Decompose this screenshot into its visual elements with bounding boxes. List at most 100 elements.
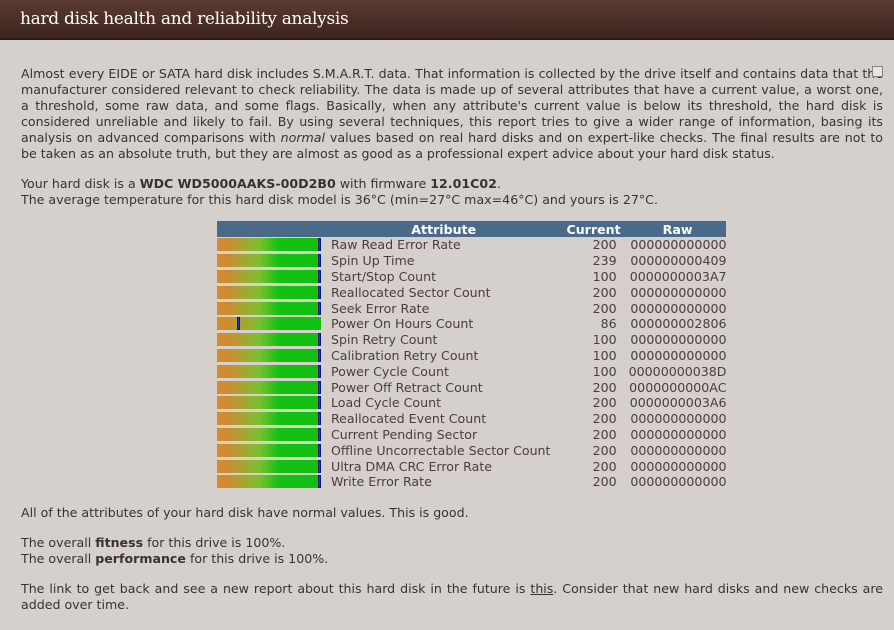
report-link[interactable]: this [530,581,553,596]
header-current: Current [558,221,629,237]
attribute-name: Raw Read Error Rate [331,237,461,253]
header-bar-spacer [217,221,329,237]
health-bar [217,380,321,394]
health-bar [217,317,321,331]
link-paragraph: The link to get back and see a new repor… [21,581,883,613]
health-bar [217,238,321,252]
attribute-name: Ultra DMA CRC Error Rate [331,458,493,474]
health-bar [217,348,321,362]
attribute-name: Power Cycle Count [331,363,449,379]
page-title: hard disk health and reliability analysi… [20,9,349,29]
health-bar-cell [217,363,329,379]
table-row: Start/Stop Count 100 0000000003A7 [217,269,726,285]
table-row: Reallocated Sector Count 200 000000000000 [217,284,726,300]
health-bar-cell [217,269,329,285]
health-marker [318,348,321,362]
header-raw: Raw [628,221,727,237]
attribute-raw: 000000000000 [630,284,727,300]
table-row: Power Cycle Count 100 00000000038D [217,363,726,379]
attribute-name: Spin Up Time [331,253,415,269]
attribute-current: 86 [600,316,617,332]
health-bar [217,333,321,347]
attribute-raw: 000000000000 [630,300,727,316]
health-bar-cell [217,411,329,427]
attribute-name: Seek Error Rate [331,300,430,316]
health-bar [217,412,321,426]
table-row: Raw Read Error Rate 200 000000000000 [217,237,726,253]
health-bar [217,269,321,283]
report-content: Almost every EIDE or SATA hard disk incl… [0,40,894,613]
fitness-post: for this drive is 100%. [143,534,286,550]
attribute-raw: 000000000000 [630,442,727,458]
health-bar [217,254,321,268]
health-marker [318,380,321,394]
table-header-row: Attribute Current Raw [217,221,727,237]
link-pre: The link to get back and see a new repor… [21,580,531,596]
health-marker [318,459,321,473]
health-bar [217,427,321,441]
table-row: Reallocated Event Count 200 000000000000 [217,411,726,427]
health-bar-cell [217,237,329,253]
intro-emphasis: normal [280,130,325,145]
attribute-current: 200 [592,458,617,474]
attribute-current: 239 [592,253,617,269]
health-bar-cell [217,332,329,348]
disk-info: Your hard disk is a WDC WD5000AAKS-00D2B… [21,176,884,192]
attribute-raw: 0000000003A6 [629,395,727,411]
attribute-current: 100 [592,347,617,363]
health-marker [318,396,321,410]
header-attribute: Attribute [329,221,559,237]
health-bar [217,475,321,489]
health-bar-cell [217,316,329,332]
attribute-current: 200 [592,411,617,427]
health-bar-cell [217,395,329,411]
attribute-current: 200 [592,426,617,442]
health-marker [318,254,321,268]
attribute-raw: 000000000000 [630,237,727,253]
attribute-current: 200 [592,395,617,411]
disk-model-prefix: Your hard disk is a [21,176,140,191]
attribute-raw: 0000000003A7 [629,268,727,284]
health-marker [318,475,321,489]
table-row: Ultra DMA CRC Error Rate 200 000000000000 [217,458,726,474]
health-marker [318,269,321,283]
health-marker [237,317,240,331]
health-bar [217,459,321,473]
attribute-current: 200 [592,284,617,300]
health-bar-cell [217,474,329,490]
attribute-name: Current Pending Sector [331,426,478,442]
attribute-name: Start/Stop Count [331,268,437,284]
performance-word: performance [95,550,186,566]
attribute-raw: 000000002806 [630,316,727,332]
smart-table: Attribute Current Raw Raw Read Error Rat… [217,221,727,490]
table-row: Load Cycle Count 200 0000000003A6 [217,395,726,411]
attribute-current: 200 [592,442,617,458]
attribute-raw: 000000000000 [630,426,727,442]
fitness-line: The overall fitness for this drive is 10… [21,535,884,551]
table-row: Seek Error Rate 200 000000000000 [217,300,726,316]
disk-firmware: 12.01C02 [430,176,497,191]
health-bar [217,443,321,457]
attribute-raw: 000000000000 [630,474,727,490]
health-marker [318,301,321,315]
attribute-name: Reallocated Event Count [331,411,487,427]
attribute-current: 100 [592,268,617,284]
attribute-raw: 000000000000 [630,411,727,427]
table-row: Write Error Rate 200 000000000000 [217,474,726,490]
attribute-name: Load Cycle Count [331,395,442,411]
attribute-raw: 00000000038D [628,363,727,379]
summary-normal: All of the attributes of your hard disk … [21,504,469,520]
attribute-current: 200 [592,379,617,395]
health-bar-cell [217,300,329,316]
table-row: Calibration Retry Count 100 000000000000 [217,348,726,364]
checkbox[interactable] [872,66,883,77]
attribute-current: 200 [592,474,617,490]
health-bar-cell [217,348,329,364]
health-bar-cell [217,442,329,458]
health-bar-cell [217,253,329,269]
performance-post: for this drive is 100%. [185,550,329,566]
table-row: Offline Uncorrectable Sector Count 200 000… [217,442,726,458]
performance-pre: The overall [21,550,96,566]
attribute-raw: 000000000000 [630,347,727,363]
attribute-name: Power Off Retract Count [331,379,483,395]
